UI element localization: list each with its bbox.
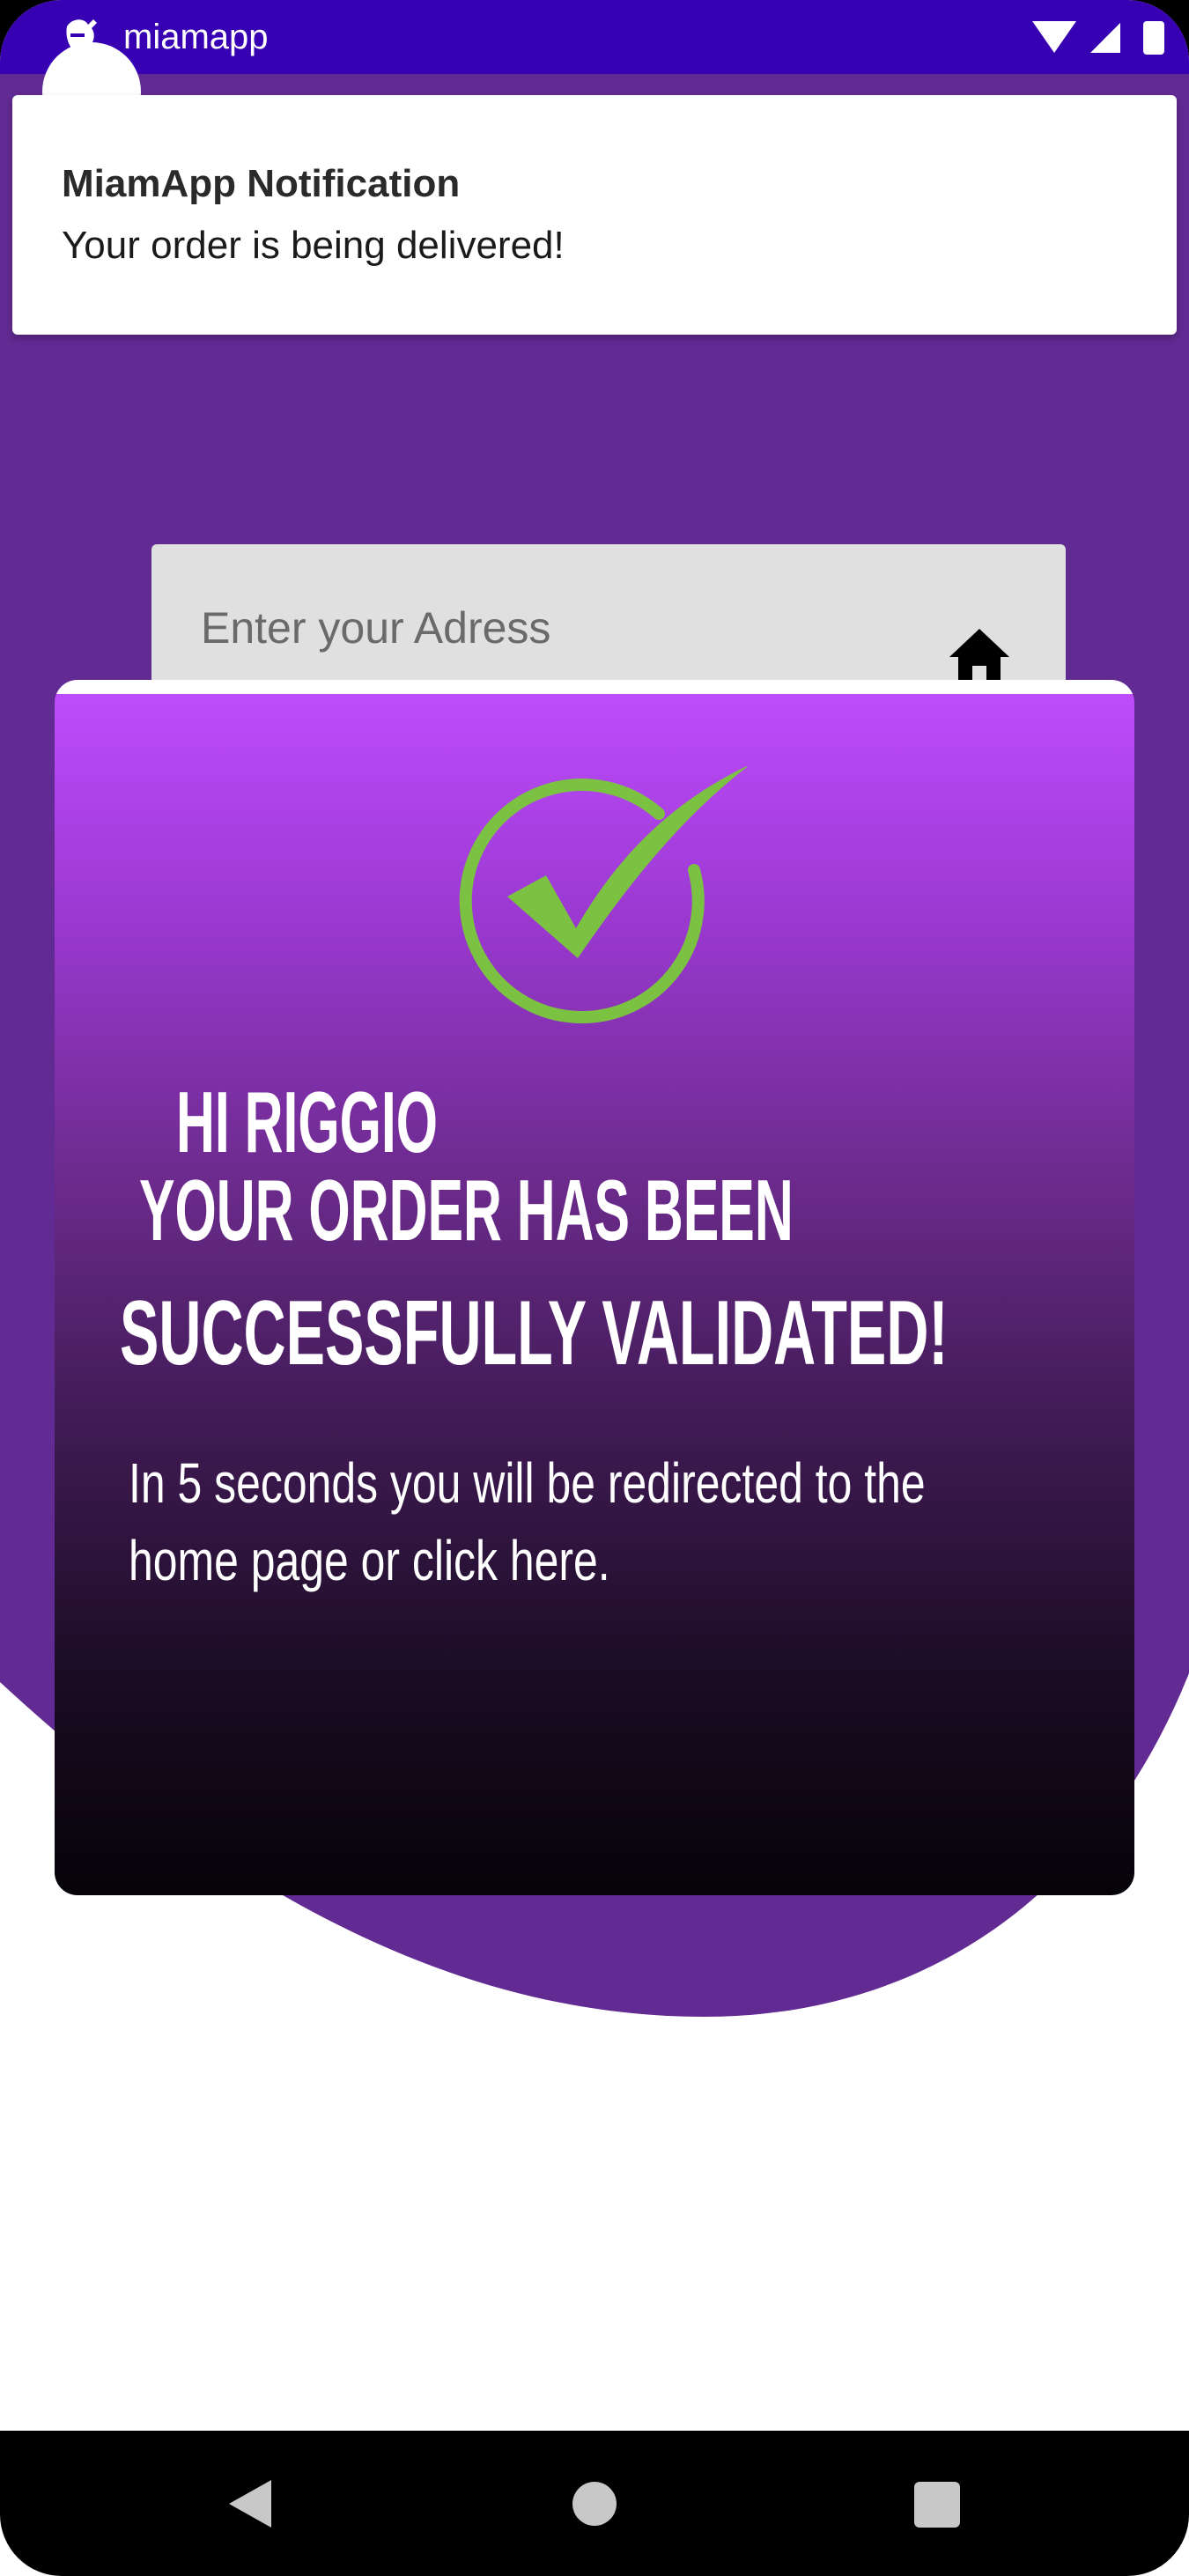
redirect-message: In 5 seconds you will be redirected to t… <box>129 1444 980 1599</box>
notification-body: Your order is being delivered! <box>62 224 565 267</box>
status-app-name: miamapp <box>123 18 269 56</box>
headline-line-1: YOUR ORDER HAS BEEN <box>139 1162 794 1258</box>
dialog-top-edge <box>55 680 1134 694</box>
cell-signal-icon <box>1090 23 1120 53</box>
address-placeholder: Enter your Adress <box>201 603 551 653</box>
notification-title: MiamApp Notification <box>62 162 461 205</box>
system-navigation-bar <box>0 2431 1189 2576</box>
home-circle-icon[interactable] <box>572 2482 617 2526</box>
headline-line-2: SUCCESSFULLY VALIDATED! <box>120 1282 949 1384</box>
click-here-link[interactable]: click here. <box>412 1529 610 1592</box>
order-success-dialog: HI RIGGIO YOUR ORDER HAS BEEN SUCCESSFUL… <box>55 680 1134 1895</box>
address-input[interactable]: Enter your Adress <box>151 544 1066 703</box>
wifi-icon <box>1032 21 1076 53</box>
back-triangle-icon[interactable] <box>225 2478 273 2529</box>
status-bar: miamapp <box>0 0 1189 74</box>
home-icon[interactable] <box>948 625 1011 685</box>
recents-square-icon[interactable] <box>914 2482 960 2528</box>
battery-icon <box>1143 21 1164 55</box>
push-notification[interactable]: MiamApp Notification Your order is being… <box>12 95 1177 335</box>
check-circle-icon <box>459 765 747 1023</box>
phone-screen: miamapp MiamApp Notification Your order … <box>0 0 1189 2576</box>
status-indicators <box>1032 21 1164 55</box>
